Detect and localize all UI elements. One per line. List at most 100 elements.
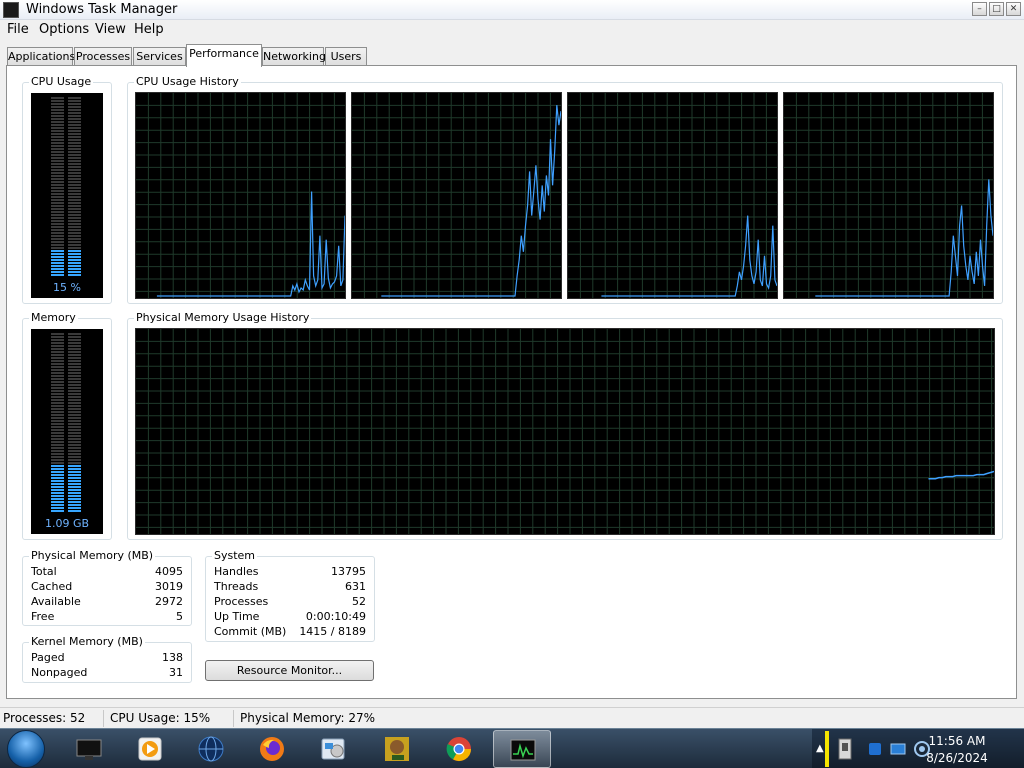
memory-meter-segment-off: [68, 447, 81, 449]
stat-row-nonpaged: Nonpaged 31: [31, 666, 183, 680]
cpu-meter-segment-on: [68, 256, 81, 258]
cpu-core-graph-2: [351, 92, 562, 299]
memory-meter-segment-off: [51, 447, 64, 449]
clock-date[interactable]: 8/26/2024: [912, 751, 1002, 765]
cpu-meter-segment-off: [51, 136, 64, 138]
close-button[interactable]: ✕: [1006, 2, 1021, 16]
cpu-meter-segment-off: [51, 172, 64, 174]
cpu-meter-segment-off: [51, 184, 64, 186]
stat-label: Processes: [214, 595, 269, 608]
memory-meter-segment-off: [51, 393, 64, 395]
memory-meter-segment-off: [51, 414, 64, 416]
taskbar-chrome[interactable]: [430, 730, 488, 768]
cpu-meter-segment-off: [51, 151, 64, 153]
cpu-meter-segment-off: [51, 229, 64, 231]
taskbar-firefox[interactable]: [243, 730, 301, 768]
taskbar-monitor[interactable]: [60, 730, 118, 768]
memory-meter-segment-off: [51, 438, 64, 440]
memory-meter-segment-off: [51, 417, 64, 419]
minimize-button[interactable]: –: [972, 2, 987, 16]
cpu-meter-segment-on: [68, 250, 81, 252]
memory-meter-segment-off: [51, 396, 64, 398]
memory-meter-segment-on: [68, 480, 81, 482]
menu-options[interactable]: Options: [39, 22, 89, 37]
menu-bar: File Options View Help: [0, 20, 1024, 40]
cpu-meter-segment-off: [51, 244, 64, 246]
taskbar-box-app[interactable]: [368, 730, 426, 768]
cpu-meter-segment-off: [51, 166, 64, 168]
clock-time[interactable]: 11:56 AM: [912, 734, 1002, 748]
title-bar: Windows Task Manager – □ ✕: [0, 0, 1024, 20]
cpu-meter-segment-off: [51, 202, 64, 204]
taskbar-media-player[interactable]: [121, 730, 179, 768]
memory-meter-segment-on: [68, 471, 81, 473]
memory-meter-segment-off: [51, 342, 64, 344]
memory-meter-segment-off: [68, 336, 81, 338]
cpu-meter-segment-off: [51, 190, 64, 192]
performance-panel: CPU Usage 15 % CPU Usage History Memory …: [6, 65, 1017, 699]
maximize-button[interactable]: □: [989, 2, 1004, 16]
stat-row-total: Total 4095: [31, 565, 183, 579]
tab-processes[interactable]: Processes: [74, 47, 132, 67]
memory-meter-segment-off: [68, 393, 81, 395]
cpu-meter-segment-off: [51, 169, 64, 171]
tab-services[interactable]: Services: [133, 47, 186, 67]
cpu-meter-segment-off: [51, 160, 64, 162]
memory-meter-segment-off: [51, 366, 64, 368]
menu-view[interactable]: View: [95, 22, 126, 37]
cpu-core-2-series: [381, 105, 561, 297]
taskbar-task-manager[interactable]: [493, 730, 551, 768]
cpu-meter-segment-off: [68, 226, 81, 228]
memory-history-title: Physical Memory Usage History: [134, 311, 312, 325]
taskbar-control-panel[interactable]: [304, 730, 362, 768]
cpu-meter-segment-off: [68, 145, 81, 147]
menu-help[interactable]: Help: [134, 22, 164, 37]
status-divider: [103, 710, 104, 727]
tab-performance[interactable]: Performance: [186, 44, 262, 67]
cpu-meter-segment-off: [68, 184, 81, 186]
show-hidden-icons-arrow-icon[interactable]: ▲: [816, 743, 824, 754]
memory-history-graph: [135, 328, 995, 535]
physical-memory-title: Physical Memory (MB): [29, 549, 156, 563]
cpu-meter-segment-off: [51, 211, 64, 213]
memory-meter-segment-on: [68, 501, 81, 503]
cpu-meter-segment-off: [68, 148, 81, 150]
tab-networking[interactable]: Networking: [262, 47, 326, 67]
network-icon[interactable]: [890, 742, 906, 756]
cpu-meter-segment-on: [51, 256, 64, 258]
memory-meter-segment-off: [51, 444, 64, 446]
cpu-meter-segment-off: [51, 223, 64, 225]
cpu-meter-segment-on: [68, 268, 81, 270]
stat-row-available: Available 2972: [31, 595, 183, 609]
cpu-meter-segment-off: [51, 241, 64, 243]
menu-file[interactable]: File: [7, 22, 29, 37]
usb-device-icon[interactable]: [836, 737, 854, 761]
tab-users[interactable]: Users: [325, 47, 367, 67]
stat-row-paged: Paged 138: [31, 651, 183, 665]
taskbar-globe[interactable]: [182, 730, 240, 768]
cpu-meter-segment-off: [51, 130, 64, 132]
memory-meter-segment-off: [51, 348, 64, 350]
cpu-meter-segment-on: [51, 271, 64, 273]
stat-value: 31: [169, 666, 183, 679]
resource-monitor-button[interactable]: Resource Monitor...: [205, 660, 374, 681]
memory-meter-segment-on: [51, 480, 64, 482]
memory-meter-segment-off: [68, 432, 81, 434]
memory-meter-segment-off: [68, 456, 81, 458]
memory-meter-segment-off: [51, 426, 64, 428]
task-manager-icon: [510, 739, 536, 761]
cpu-meter-segment-on: [51, 262, 64, 264]
memory-meter-segment-off: [51, 432, 64, 434]
cpu-meter-segment-off: [68, 109, 81, 111]
memory-meter-segment-off: [51, 360, 64, 362]
bluetooth-icon[interactable]: [868, 742, 882, 756]
cpu-meter-segment-on: [68, 271, 81, 273]
start-button[interactable]: [7, 730, 45, 768]
memory-meter-segment-off: [51, 363, 64, 365]
memory-meter-segment-off: [68, 444, 81, 446]
cpu-meter-segment-off: [51, 154, 64, 156]
memory-meter-segment-on: [68, 468, 81, 470]
cpu-meter-segment-off: [51, 124, 64, 126]
tab-applications[interactable]: Applications: [7, 47, 75, 67]
memory-meter-segment-on: [68, 498, 81, 500]
